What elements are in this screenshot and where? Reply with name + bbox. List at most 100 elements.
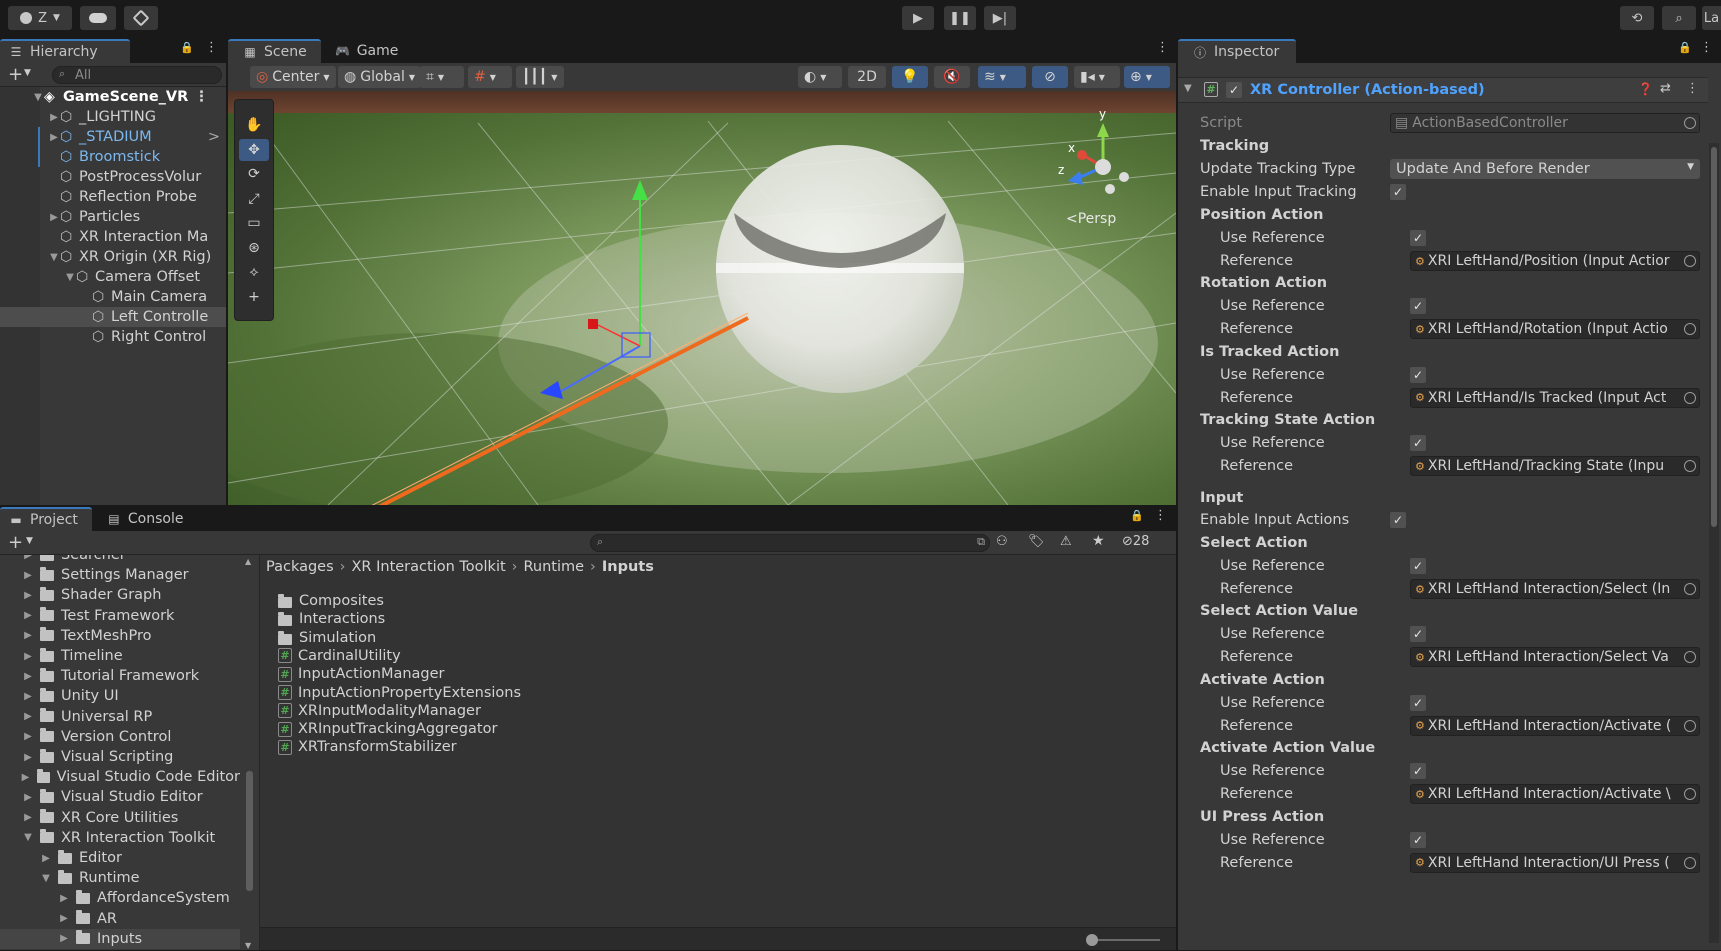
- foldout-closed-icon[interactable]: ▶: [22, 570, 34, 581]
- inspector-scrollbar[interactable]: [1709, 143, 1719, 943]
- foldout-closed-icon[interactable]: ▶: [22, 630, 34, 641]
- project-tree-item[interactable]: ▶ XR Core Utilities: [0, 808, 240, 828]
- foldout-closed-icon[interactable]: ▶: [22, 792, 34, 803]
- cloud-button[interactable]: [80, 6, 116, 30]
- use-reference-checkbox[interactable]: ✓: [1410, 558, 1426, 574]
- use-reference-checkbox[interactable]: ✓: [1410, 763, 1426, 780]
- scroll-down-icon[interactable]: ▼: [245, 941, 251, 950]
- component-enabled-checkbox[interactable]: ✓: [1226, 82, 1242, 98]
- gizmos-button[interactable]: ⊕ ▼: [1124, 66, 1170, 88]
- foldout-open-icon[interactable]: ▼: [48, 252, 60, 263]
- icon-size-slider-handle[interactable]: [1086, 934, 1098, 946]
- foldout-closed-icon[interactable]: ▶: [48, 132, 60, 143]
- breadcrumb-item[interactable]: Runtime: [523, 559, 584, 575]
- use-reference-checkbox[interactable]: ✓: [1410, 694, 1426, 711]
- project-tree-item[interactable]: ▶ Visual Scripting: [0, 747, 240, 767]
- use-reference-checkbox[interactable]: ✓: [1410, 230, 1426, 246]
- hidden-packages-toggle[interactable]: ⊘28: [1122, 534, 1149, 549]
- custom-tool-icon[interactable]: ⟡: [239, 261, 269, 283]
- mode-2d-button[interactable]: 2D: [848, 66, 886, 88]
- project-tree-item[interactable]: ▼ XR Interaction Toolkit: [0, 828, 240, 848]
- project-tree-item[interactable]: ▶ Settings Manager: [0, 565, 240, 585]
- foldout-closed-icon[interactable]: ▶: [22, 610, 34, 621]
- foldout-closed-icon[interactable]: ▶: [22, 711, 34, 722]
- tree-scrollbar-thumb[interactable]: [246, 771, 253, 891]
- project-tree-item[interactable]: ▶ TextMeshPro: [0, 626, 240, 646]
- foldout-open-icon[interactable]: ▼: [40, 873, 52, 884]
- filter-by-type-icon[interactable]: ⚇: [996, 534, 1008, 549]
- hierarchy-item[interactable]: ⬡ XR Interaction Ma: [0, 227, 226, 247]
- scroll-up-icon[interactable]: ▲: [245, 557, 251, 566]
- foldout-closed-icon[interactable]: ▶: [58, 893, 70, 904]
- hierarchy-item[interactable]: ▼ ⬡ XR Origin (XR Rig): [0, 247, 226, 267]
- foldout-open-icon[interactable]: ▼: [64, 272, 76, 283]
- foldout-closed-icon[interactable]: ▶: [22, 555, 34, 561]
- project-tree-item[interactable]: ▶ Version Control: [0, 727, 240, 747]
- tab-game[interactable]: 🎮 Game: [321, 39, 413, 63]
- foldout-closed-icon[interactable]: ▶: [22, 651, 34, 662]
- scale-tool-icon[interactable]: ⤢: [239, 188, 269, 210]
- foldout-closed-icon[interactable]: ▶: [48, 112, 60, 123]
- hierarchy-item[interactable]: ▼ ⬡ Camera Offset: [0, 267, 226, 287]
- object-picker-icon[interactable]: [1684, 788, 1696, 801]
- use-reference-checkbox[interactable]: ✓: [1410, 298, 1426, 315]
- asset-script-item[interactable]: # CardinalUtility: [278, 646, 401, 666]
- tree-scrollbar[interactable]: ▲ ▼: [244, 557, 256, 951]
- project-tree-item[interactable]: ▶ Unity UI: [0, 686, 240, 706]
- project-tree-item[interactable]: ▶ Searcher: [0, 555, 240, 565]
- reference-field[interactable]: ⚙ XRI LeftHand Interaction/Activate (: [1410, 715, 1700, 736]
- account-dropdown[interactable]: Z ▼: [8, 6, 72, 30]
- space-dropdown[interactable]: ◍ Global ▼: [338, 66, 422, 88]
- asset-folder-item[interactable]: Interactions: [278, 609, 385, 629]
- project-tree-item[interactable]: ▶ AR: [0, 909, 240, 929]
- project-tree-item[interactable]: ▶ Tutorial Framework: [0, 666, 240, 686]
- camera-settings-button[interactable]: ▮◂ ▼: [1074, 66, 1120, 88]
- draw-mode-button[interactable]: ◐ ▼: [798, 66, 842, 88]
- object-picker-icon[interactable]: [1684, 583, 1696, 595]
- reference-field[interactable]: ⚙ XRI LeftHand Interaction/Select (In: [1410, 579, 1700, 599]
- effects-toggle[interactable]: ≋ ▼: [978, 66, 1026, 88]
- foldout-closed-icon[interactable]: ▶: [48, 212, 60, 223]
- foldout-closed-icon[interactable]: ▶: [22, 590, 34, 601]
- tab-inspector[interactable]: ⓘ Inspector: [1178, 39, 1296, 63]
- step-button[interactable]: ▶|: [984, 6, 1016, 30]
- reference-field[interactable]: ⚙ XRI LeftHand/Is Tracked (Input Act: [1410, 387, 1700, 408]
- breadcrumb-item[interactable]: Packages: [266, 559, 334, 575]
- move-tool-icon[interactable]: ✥: [239, 138, 269, 161]
- chevron-down-icon[interactable]: ▼: [26, 536, 33, 546]
- foldout-closed-icon[interactable]: ▶: [22, 671, 34, 682]
- tab-console[interactable]: ▤ Console: [92, 507, 198, 531]
- pause-button[interactable]: ❚❚: [944, 6, 976, 30]
- project-tree-item[interactable]: ▶ Visual Studio Code Editor: [0, 767, 240, 787]
- enable-input-tracking-checkbox[interactable]: ✓: [1390, 184, 1406, 200]
- add-icon[interactable]: +: [8, 64, 23, 85]
- project-tree-item[interactable]: ▶ AffordanceSystem: [0, 888, 240, 908]
- project-tree-item[interactable]: ▶ Editor: [0, 848, 240, 868]
- project-search-input[interactable]: ⌕ ⧉: [590, 534, 990, 552]
- hand-tool-icon[interactable]: ✋: [239, 114, 269, 136]
- icon-size-slider[interactable]: [1086, 934, 1160, 946]
- project-tree-item[interactable]: ▶ Shader Graph: [0, 585, 240, 605]
- filter-by-label-icon[interactable]: 🏷: [1028, 534, 1045, 549]
- asset-folder-item[interactable]: Composites: [278, 591, 384, 611]
- foldout-closed-icon[interactable]: ▶: [22, 752, 34, 763]
- object-picker-icon[interactable]: [1684, 719, 1696, 732]
- chevron-right-icon[interactable]: >: [208, 129, 220, 145]
- foldout-closed-icon[interactable]: ▶: [22, 691, 34, 702]
- foldout-closed-icon[interactable]: ▶: [22, 812, 34, 823]
- reference-field[interactable]: ⚙ XRI LeftHand Interaction/Select Va: [1410, 647, 1700, 668]
- increment-snap-button[interactable]: ┃┃┃ ▼: [516, 66, 564, 88]
- foldout-closed-icon[interactable]: ▶: [58, 913, 70, 924]
- project-tree-item[interactable]: ▶ Visual Studio Editor: [0, 787, 240, 807]
- scene-menu-icon[interactable]: ⋮: [194, 89, 209, 105]
- grid-visibility-button[interactable]: # ▼: [468, 66, 512, 88]
- object-picker-icon[interactable]: [1684, 323, 1696, 336]
- hierarchy-item[interactable]: ▶ ⬡ Particles: [0, 207, 226, 227]
- audio-toggle[interactable]: 🔇: [934, 66, 970, 88]
- persp-label[interactable]: <Persp: [1066, 211, 1116, 227]
- object-picker-icon[interactable]: [1684, 651, 1696, 664]
- panel-menu-icon[interactable]: ⋮: [1154, 508, 1167, 523]
- chevron-down-icon[interactable]: ▼: [24, 68, 31, 78]
- search-by-type-icon[interactable]: ⧉: [977, 535, 985, 549]
- asset-script-item[interactable]: # InputActionPropertyExtensions: [278, 683, 521, 703]
